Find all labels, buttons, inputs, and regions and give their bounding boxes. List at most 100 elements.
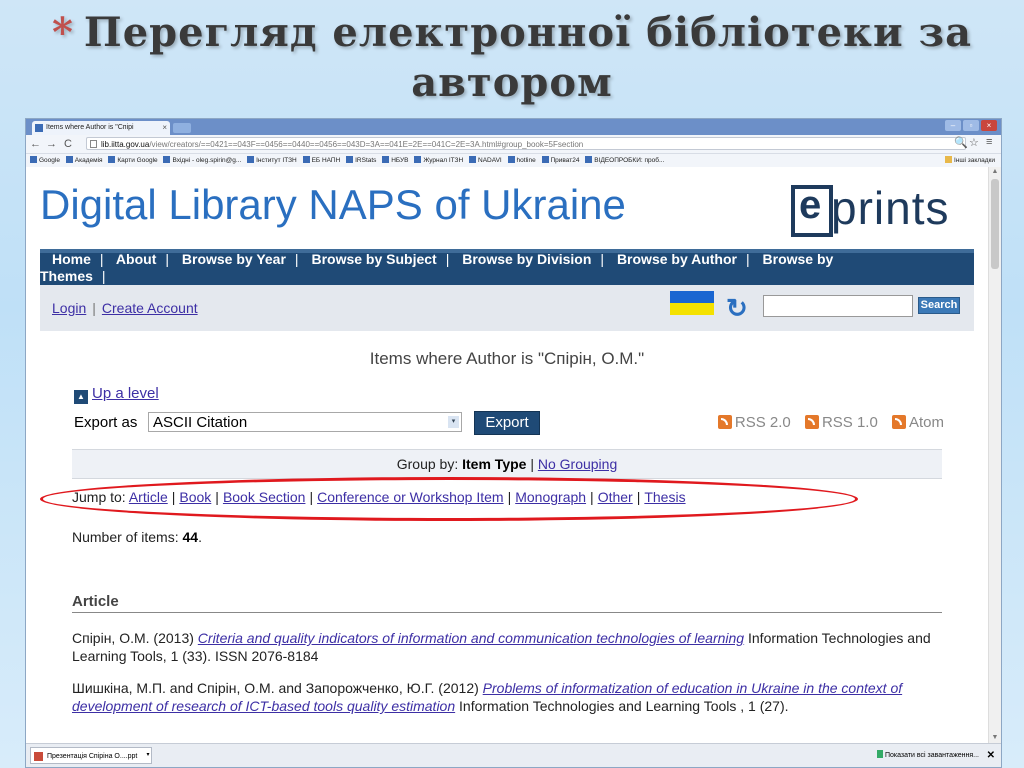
export-button[interactable]: Export [474, 411, 540, 435]
main-menu: Home | About | Browse by Year | Browse by S… [40, 249, 974, 285]
address-bar[interactable]: lib.iitta.gov.ua/view/creators/==0421==0… [86, 137, 966, 150]
reload-icon[interactable]: C [64, 137, 72, 151]
close-tab-icon[interactable]: × [162, 121, 167, 135]
jump-label: Jump to: [72, 489, 126, 505]
back-icon[interactable]: ← [30, 137, 41, 151]
bookmark-icon [108, 156, 116, 163]
create-account-link[interactable]: Create Account [102, 300, 198, 316]
jump-book-section[interactable]: Book Section [223, 489, 306, 505]
bookmark-icon [302, 156, 310, 163]
search-input[interactable] [763, 295, 913, 317]
up-arrow-icon: ▲ [74, 390, 88, 404]
logo-text: prints [831, 182, 950, 234]
navigation-bar: ← → C lib.iitta.gov.ua/view/creators/==0… [26, 135, 1001, 154]
rss1-link[interactable]: RSS 1.0 [804, 414, 878, 431]
menu-about[interactable]: About [116, 251, 156, 267]
list-item: Спірін, О.М. (2013) Criteria and quality… [72, 630, 931, 664]
menu-browse-by-division[interactable]: Browse by Division [462, 251, 591, 267]
browser-tab[interactable]: Items where Author is "Спірі × [32, 121, 170, 135]
bookmark-item[interactable]: ВІДЕОПРОБКИ: проб... [585, 154, 664, 167]
menu-icon[interactable]: ≡ [986, 136, 992, 148]
ukraine-flag-icon[interactable] [670, 291, 714, 315]
bookmark-icon [414, 156, 422, 163]
bookmark-icon [541, 156, 549, 163]
scroll-down-icon[interactable]: ▼ [989, 733, 1001, 743]
bookmark-item[interactable]: Вхідні - oleg.spirin@g... [163, 154, 241, 167]
bookmark-item[interactable]: Google [30, 154, 60, 167]
scrollbar[interactable]: ▲ ▼ [988, 167, 1001, 743]
chevron-down-icon[interactable]: ▾ [144, 747, 152, 764]
up-level[interactable]: ▲ Up a level [74, 385, 159, 404]
new-tab-button[interactable] [173, 123, 191, 133]
atom-icon [891, 415, 906, 429]
browser-tab-title: Items where Author is "Спірі [46, 124, 134, 131]
export-format-select[interactable]: ASCII Citation ▾ [148, 412, 462, 432]
jump-article[interactable]: Article [129, 489, 168, 505]
bookmark-icon [163, 156, 171, 163]
bookmark-icon [469, 156, 476, 163]
group-by-label: Group by: [396, 456, 459, 472]
chevron-down-icon: ▾ [448, 416, 459, 428]
menu-browse-by-year[interactable]: Browse by Year [182, 251, 286, 267]
jump-other[interactable]: Other [598, 489, 633, 505]
minimize-icon[interactable]: – [945, 120, 961, 131]
folder-icon [944, 156, 952, 163]
rss2-link[interactable]: RSS 2.0 [717, 414, 791, 431]
close-window-icon[interactable]: × [981, 120, 997, 131]
slide-title: * Перегляд електронної бібліотеки за авто… [0, 8, 1024, 108]
jump-thesis[interactable]: Thesis [644, 489, 685, 505]
bookmark-item[interactable]: НБУВ [382, 154, 409, 167]
bookmark-icon [346, 156, 354, 163]
no-grouping-link[interactable]: No Grouping [538, 456, 617, 472]
item-title-link[interactable]: Criteria and quality indicators of infor… [198, 630, 744, 646]
menu-browse-by-themes[interactable]: Browse by [763, 251, 834, 267]
menu-browse-by-subject[interactable]: Browse by Subject [311, 251, 436, 267]
menu-browse-by-themes-cont[interactable]: Themes [40, 268, 93, 284]
export-selected-value: ASCII Citation [153, 414, 248, 431]
jump-conference[interactable]: Conference or Workshop Item [317, 489, 504, 505]
bookmark-item[interactable]: Приват24 [541, 154, 579, 167]
eprints-logo[interactable]: e prints [791, 177, 976, 245]
url-host: lib.iitta.gov.ua [101, 140, 150, 149]
bookmark-item[interactable]: ЕБ НАПН [302, 154, 340, 167]
search-button[interactable]: Search [918, 297, 960, 314]
bookmark-item[interactable]: Інститут ІТЗН [247, 154, 297, 167]
section-heading: Article [72, 593, 942, 613]
group-by-bar: Group by: Item Type | No Grouping [72, 449, 942, 479]
restore-icon[interactable]: ▫ [963, 120, 979, 131]
rss-icon [804, 415, 819, 429]
show-all-downloads[interactable]: Показати всі завантаження... [876, 744, 979, 767]
close-icon[interactable]: ✕ [987, 744, 995, 767]
menu-browse-by-author[interactable]: Browse by Author [617, 251, 737, 267]
slide-title-line1: Перегляд електронної бібліотеки за [83, 9, 972, 56]
up-level-link[interactable]: Up a level [92, 385, 159, 402]
bookmark-item[interactable]: Карти Google [108, 154, 158, 167]
bookmark-icon [247, 156, 255, 163]
login-link[interactable]: Login [52, 300, 86, 316]
jump-monograph[interactable]: Monograph [515, 489, 586, 505]
other-bookmarks[interactable]: Інші закладки [944, 154, 995, 167]
star-icon[interactable]: ☆ [969, 136, 979, 149]
list-item: Шишкіна, М.П. and Спірін, О.М. and Запор… [72, 680, 903, 714]
zoom-icon[interactable]: 🔍 [954, 136, 968, 149]
bookmark-item[interactable]: Академія [65, 154, 103, 167]
export-row: Export as ASCII Citation ▾ Export RSS 2.… [74, 411, 944, 435]
jump-book[interactable]: Book [179, 489, 211, 505]
page-icon [35, 124, 43, 132]
bookmark-item[interactable]: IRStats [346, 154, 376, 167]
scroll-thumb[interactable] [991, 179, 999, 269]
download-bar: Презентація Спіріна О....ppt ▾ Показати … [26, 743, 1001, 767]
bookmark-icon [65, 156, 73, 163]
refresh-icon[interactable]: ↻ [726, 293, 748, 323]
bookmark-item[interactable]: hotline [507, 154, 536, 167]
atom-link[interactable]: Atom [891, 414, 944, 431]
scroll-up-icon[interactable]: ▲ [989, 167, 1001, 177]
group-by-current: Item Type [462, 456, 527, 472]
bookmarks-bar: Google Академія Карти Google Вхідні - ol… [26, 154, 1001, 168]
powerpoint-icon [34, 752, 43, 761]
bookmark-item[interactable]: Журнал ІТЗН [414, 154, 463, 167]
menu-home[interactable]: Home [52, 251, 91, 267]
forward-icon[interactable]: → [46, 137, 57, 151]
download-item[interactable]: Презентація Спіріна О....ppt [30, 747, 152, 764]
bookmark-item[interactable]: NADAVI [469, 154, 502, 167]
